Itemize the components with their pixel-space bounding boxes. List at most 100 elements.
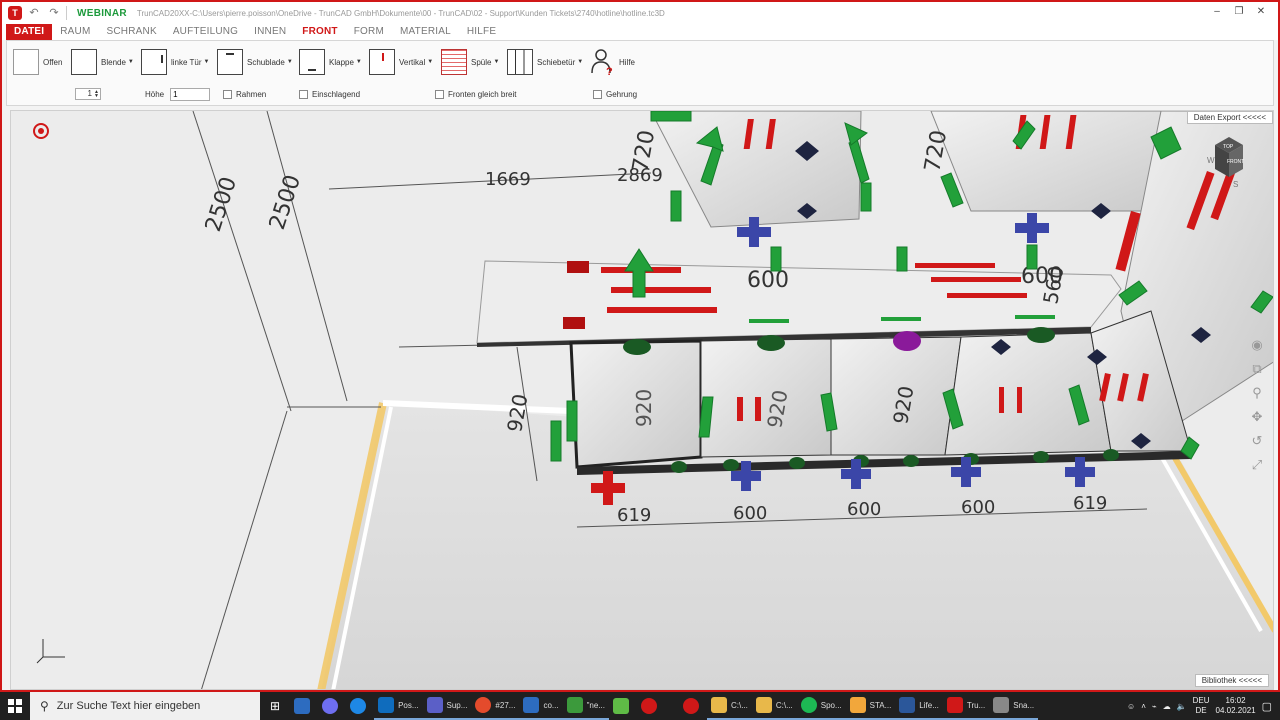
taskbar-app[interactable] [346,692,374,720]
panel-icon [71,49,97,75]
chevron-down-icon[interactable]: ▼ [493,59,499,65]
taskbar-app[interactable]: #27... [471,692,520,720]
pan-icon[interactable]: ✥ [1249,409,1265,425]
chevron-down-icon[interactable]: ▼ [128,59,134,65]
truncad-icon [640,698,657,714]
volume-icon[interactable]: 🔈 [1177,702,1187,711]
tab-hilfe[interactable]: HILFE [459,24,504,40]
linke-tuer-button[interactable]: linke Tür ▼ [141,47,209,77]
fronten-gleich-breit-label: Fronten gleich breit [448,89,517,99]
notification-icon[interactable]: ▢ [1262,700,1272,713]
tab-form[interactable]: FORM [346,24,392,40]
app-window: T ↶ ↷ WEBINAR TrunCAD20XX-C:\Users\pierr… [0,0,1280,692]
zoom-window-icon[interactable]: ⧉ [1249,361,1265,377]
tab-datei[interactable]: DATEI [6,24,53,40]
record-icon[interactable] [33,123,49,139]
taskbar-app[interactable]: STA... [845,692,896,720]
chevron-down-icon[interactable]: ▼ [427,59,433,65]
dimension-label-height: 2500 [201,174,242,235]
vertikal-button[interactable]: Vertikal ▼ [369,47,433,77]
flap-icon [299,49,325,75]
taskbar-app[interactable] [290,692,318,720]
dimension-label-depth: 600 [747,268,789,293]
rahmen-checkbox[interactable]: Rahmen [223,87,266,101]
scene-canvas[interactable]: 2500 2500 1669 2869 720 720 600 600 560 … [11,111,1274,690]
redo-icon[interactable]: ↷ [46,5,62,21]
chevron-down-icon[interactable]: ▼ [204,59,210,65]
taskbar-app[interactable]: Spo... [796,692,846,720]
restore-button[interactable]: ❐ [1232,5,1246,19]
people-icon[interactable]: ☺ [1127,702,1135,711]
windows-start-icon[interactable] [0,692,30,720]
schiebetuer-button[interactable]: Schiebetür ▼ [507,47,583,77]
orbit-icon[interactable]: ◉ [1249,337,1265,353]
count-input[interactable]: 1 ▲ ▼ [75,88,101,100]
taskbar-search[interactable]: ⚲ Zur Suche Text hier eingeben [30,692,260,720]
viewcube[interactable]: TOP FRONT W S [1207,131,1251,191]
library-tab[interactable]: Bibliothek <<<<< [1194,674,1269,687]
count-stepper[interactable]: 1 ▲ ▼ [75,87,101,101]
taskbar-app[interactable]: Sup... [422,692,472,720]
axis-gizmo-icon [36,639,65,664]
language-indicator[interactable]: DEU DE [1193,696,1210,716]
checkbox-box[interactable] [223,89,232,99]
taskbar-app[interactable] [318,692,346,720]
tab-front[interactable]: FRONT [294,24,345,40]
taskbar-app[interactable]: Pos... [374,692,423,720]
undo-icon[interactable]: ↶ [26,5,42,21]
taskbar-app[interactable]: "ne... [562,692,609,720]
klappe-button[interactable]: Klappe ▼ [299,47,362,77]
app-icon [612,698,629,714]
schiebetuer-label: Schiebetür [537,57,576,67]
schublade-button[interactable]: Schublade ▼ [217,47,293,77]
gehrung-checkbox[interactable]: Gehrung [593,87,637,101]
hilfe-button[interactable]: ? Hilfe [589,47,635,77]
chevron-down-icon[interactable]: ▼ [356,59,362,65]
app-logo-icon[interactable]: T [8,6,22,20]
taskbar-app[interactable]: C:\... [751,692,797,720]
taskbar-app[interactable]: Sna... [989,692,1039,720]
spuele-button[interactable]: Spüle ▼ [441,47,499,77]
3d-viewport[interactable]: 2500 2500 1669 2869 720 720 600 600 560 … [10,110,1274,690]
network-icon[interactable]: ⌁ [1152,702,1157,711]
taskbar-app[interactable]: Tru... [942,692,990,720]
blende-button[interactable]: Blende ▼ [71,47,134,77]
chevron-down-icon[interactable]: ▼ [577,59,583,65]
rotate-icon[interactable]: ↺ [1249,433,1265,449]
tab-raum[interactable]: RAUM [52,24,98,40]
offen-button[interactable]: Offen [13,47,62,77]
checkbox-box[interactable] [593,89,602,99]
checkbox-box[interactable] [435,89,444,99]
chevron-down-icon[interactable]: ▼ [287,59,293,65]
taskbar-app[interactable] [679,692,707,720]
onedrive-icon[interactable]: ☁ [1163,702,1171,711]
dimension-line [192,111,292,412]
spinner-icon[interactable]: ▲ ▼ [94,90,99,99]
chevron-up-icon[interactable]: ˄ [1141,702,1146,711]
taskbar-app[interactable]: Life... [895,692,943,720]
taskbar-app[interactable]: co... [519,692,563,720]
dimension-label-bottom: 619 [1073,493,1107,514]
teams-icon [426,697,443,713]
tab-innen[interactable]: INNEN [246,24,294,40]
tab-aufteilung[interactable]: AUFTEILUNG [165,24,246,40]
tab-material[interactable]: MATERIAL [392,24,459,40]
spotify-icon [800,697,817,713]
tab-schrank[interactable]: SCHRANK [99,24,165,40]
task-view-icon[interactable]: ⊞ [260,692,290,720]
data-export-tab[interactable]: Daten Export <<<<< [1186,111,1273,124]
hoehe-input[interactable] [170,87,211,101]
close-button[interactable]: ✕ [1254,5,1268,19]
einschlagend-checkbox[interactable]: Einschlagend [299,87,360,101]
taskbar-app[interactable] [609,692,637,720]
taskbar-app[interactable]: C:\... [706,692,752,720]
clock[interactable]: 16:02 04.02.2021 [1216,696,1256,716]
taskbar-app[interactable] [637,692,665,720]
fit-view-icon[interactable]: ⤢ [1249,457,1265,473]
zoom-icon[interactable]: ⚲ [1249,385,1265,401]
sliding-door-icon [507,49,533,75]
minimize-button[interactable]: – [1210,5,1224,19]
drawer-icon [217,49,243,75]
checkbox-box[interactable] [299,89,308,99]
fronten-gleich-breit-checkbox[interactable]: Fronten gleich breit [435,87,516,101]
